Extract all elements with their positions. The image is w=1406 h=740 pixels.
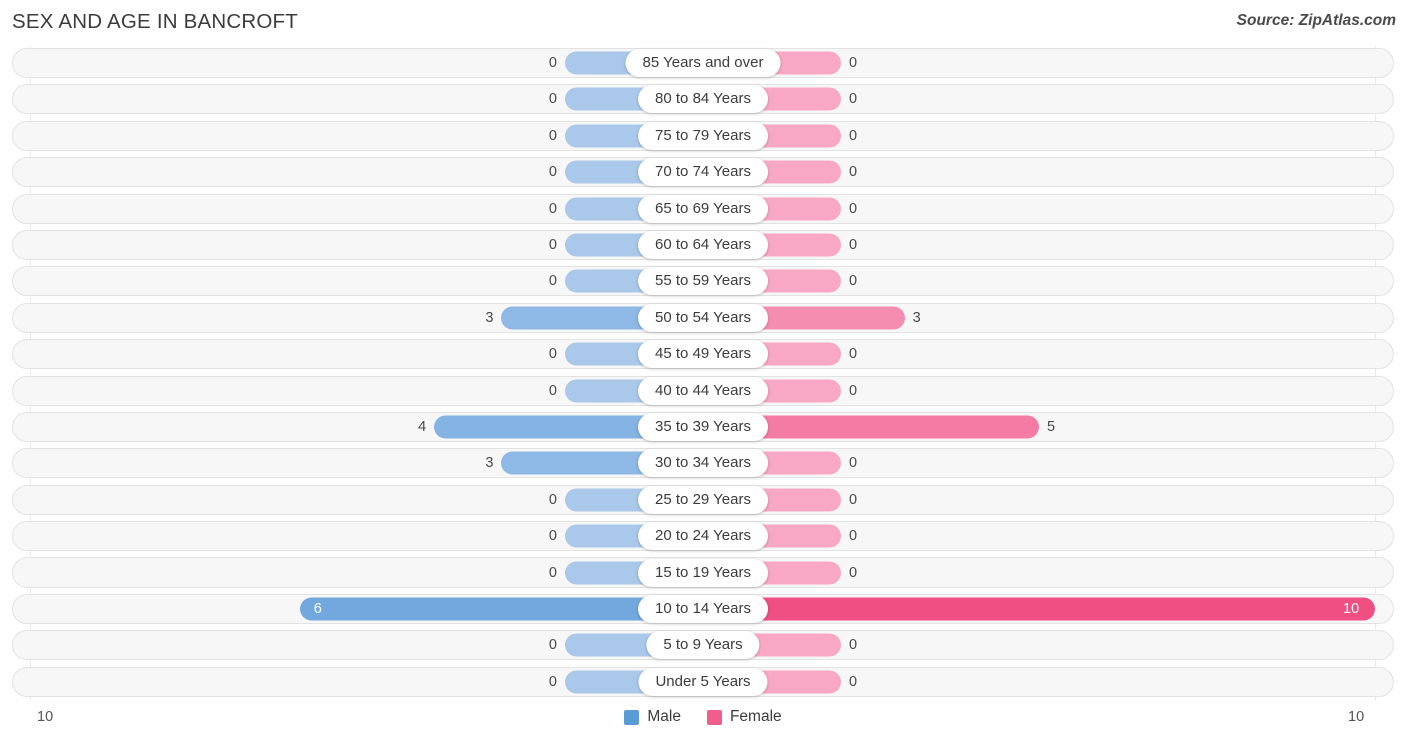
bar-value-female: 0 [849, 273, 858, 290]
bar-value-female: 10 [1343, 600, 1360, 617]
age-group-label: 55 to 59 Years [638, 267, 768, 296]
table-row: 0 0 20 to 24 Years [0, 519, 1406, 553]
bar-value-male: 4 [418, 418, 427, 435]
age-group-label: 70 to 74 Years [638, 158, 768, 187]
chart-header: SEX AND AGE IN BANCROFT Source: ZipAtlas… [0, 0, 1406, 46]
bar-value-female: 0 [849, 637, 858, 654]
bar-value-female: 0 [849, 127, 858, 144]
bar-value-female: 3 [912, 309, 921, 326]
table-row: 3 3 50 to 54 Years [0, 301, 1406, 335]
bar-value-female: 0 [849, 673, 858, 690]
bar-value-male: 0 [548, 91, 557, 108]
bar-female[interactable] [703, 597, 1375, 621]
age-group-label: 65 to 69 Years [638, 194, 768, 223]
age-group-label: 15 to 19 Years [638, 558, 768, 587]
bar-value-female: 0 [849, 91, 858, 108]
age-group-label: Under 5 Years [638, 667, 768, 696]
bar-value-male: 0 [548, 273, 557, 290]
bar-value-female: 0 [849, 200, 858, 217]
table-row: 0 0 Under 5 Years [0, 665, 1406, 699]
bar-value-female: 0 [849, 54, 858, 71]
table-row: 0 0 60 to 64 Years [0, 228, 1406, 262]
age-group-label: 40 to 44 Years [638, 376, 768, 405]
legend-swatch-male-icon [624, 709, 640, 725]
table-row: 0 0 55 to 59 Years [0, 264, 1406, 298]
bar-value-male: 3 [485, 309, 494, 326]
population-pyramid-plot: 0 0 85 Years and over 0 0 80 to 84 Years 0 0 75 … [0, 46, 1406, 701]
age-group-rows: 0 0 85 Years and over 0 0 80 to 84 Years 0 0 75 … [0, 46, 1406, 699]
bar-value-male: 0 [548, 673, 557, 690]
table-row: 4 5 35 to 39 Years [0, 410, 1406, 444]
age-group-label: 85 Years and over [625, 49, 781, 78]
bar-value-female: 0 [849, 345, 858, 362]
bar-value-female: 0 [849, 527, 858, 544]
table-row: 6 10 10 to 14 Years [0, 592, 1406, 626]
bar-value-male: 0 [548, 637, 557, 654]
table-row: 0 0 70 to 74 Years [0, 155, 1406, 189]
age-group-label: 45 to 49 Years [638, 340, 768, 369]
age-group-label: 10 to 14 Years [638, 594, 768, 623]
table-row: 0 0 65 to 69 Years [0, 192, 1406, 226]
table-row: 0 0 45 to 49 Years [0, 337, 1406, 371]
bar-value-female: 0 [849, 564, 858, 581]
bar-value-female: 5 [1047, 418, 1056, 435]
bar-value-female: 0 [849, 163, 858, 180]
bar-value-male: 3 [485, 455, 494, 472]
age-group-label: 75 to 79 Years [638, 121, 768, 150]
table-row: 0 0 80 to 84 Years [0, 82, 1406, 116]
table-row: 0 0 40 to 44 Years [0, 374, 1406, 408]
bar-value-male: 0 [548, 163, 557, 180]
table-row: 0 0 85 Years and over [0, 46, 1406, 80]
bar-value-female: 0 [849, 236, 858, 253]
legend-item-male[interactable]: Male [624, 708, 681, 726]
age-group-label: 30 to 34 Years [638, 449, 768, 478]
bar-value-male: 6 [313, 600, 322, 617]
age-group-label: 5 to 9 Years [646, 631, 760, 660]
chart-footer: 10 10 Male Female [0, 701, 1406, 740]
page-title: SEX AND AGE IN BANCROFT [12, 10, 298, 33]
table-row: 0 0 75 to 79 Years [0, 119, 1406, 153]
bar-value-male: 0 [548, 564, 557, 581]
age-group-label: 80 to 84 Years [638, 85, 768, 114]
chart-legend: Male Female [0, 708, 1406, 726]
bar-value-female: 0 [849, 455, 858, 472]
bar-value-male: 0 [548, 236, 557, 253]
table-row: 3 0 30 to 34 Years [0, 446, 1406, 480]
table-row: 0 0 25 to 29 Years [0, 483, 1406, 517]
legend-label-male: Male [647, 708, 681, 725]
bar-value-male: 0 [548, 382, 557, 399]
age-group-label: 35 to 39 Years [638, 412, 768, 441]
bar-value-male: 0 [548, 491, 557, 508]
legend-swatch-female-icon [706, 709, 722, 725]
bar-value-male: 0 [548, 54, 557, 71]
legend-item-female[interactable]: Female [706, 708, 782, 726]
bar-value-male: 0 [548, 127, 557, 144]
age-group-label: 20 to 24 Years [638, 522, 768, 551]
age-group-label: 25 to 29 Years [638, 485, 768, 514]
table-row: 0 0 5 to 9 Years [0, 628, 1406, 662]
age-group-label: 60 to 64 Years [638, 231, 768, 259]
bar-value-female: 0 [849, 382, 858, 399]
table-row: 0 0 15 to 19 Years [0, 555, 1406, 589]
bar-value-male: 0 [548, 200, 557, 217]
legend-label-female: Female [729, 708, 782, 725]
bar-value-male: 0 [548, 527, 557, 544]
source-attribution: Source: ZipAtlas.com [1236, 12, 1396, 29]
age-group-label: 50 to 54 Years [638, 303, 768, 332]
bar-value-female: 0 [849, 491, 858, 508]
bar-value-male: 0 [548, 345, 557, 362]
